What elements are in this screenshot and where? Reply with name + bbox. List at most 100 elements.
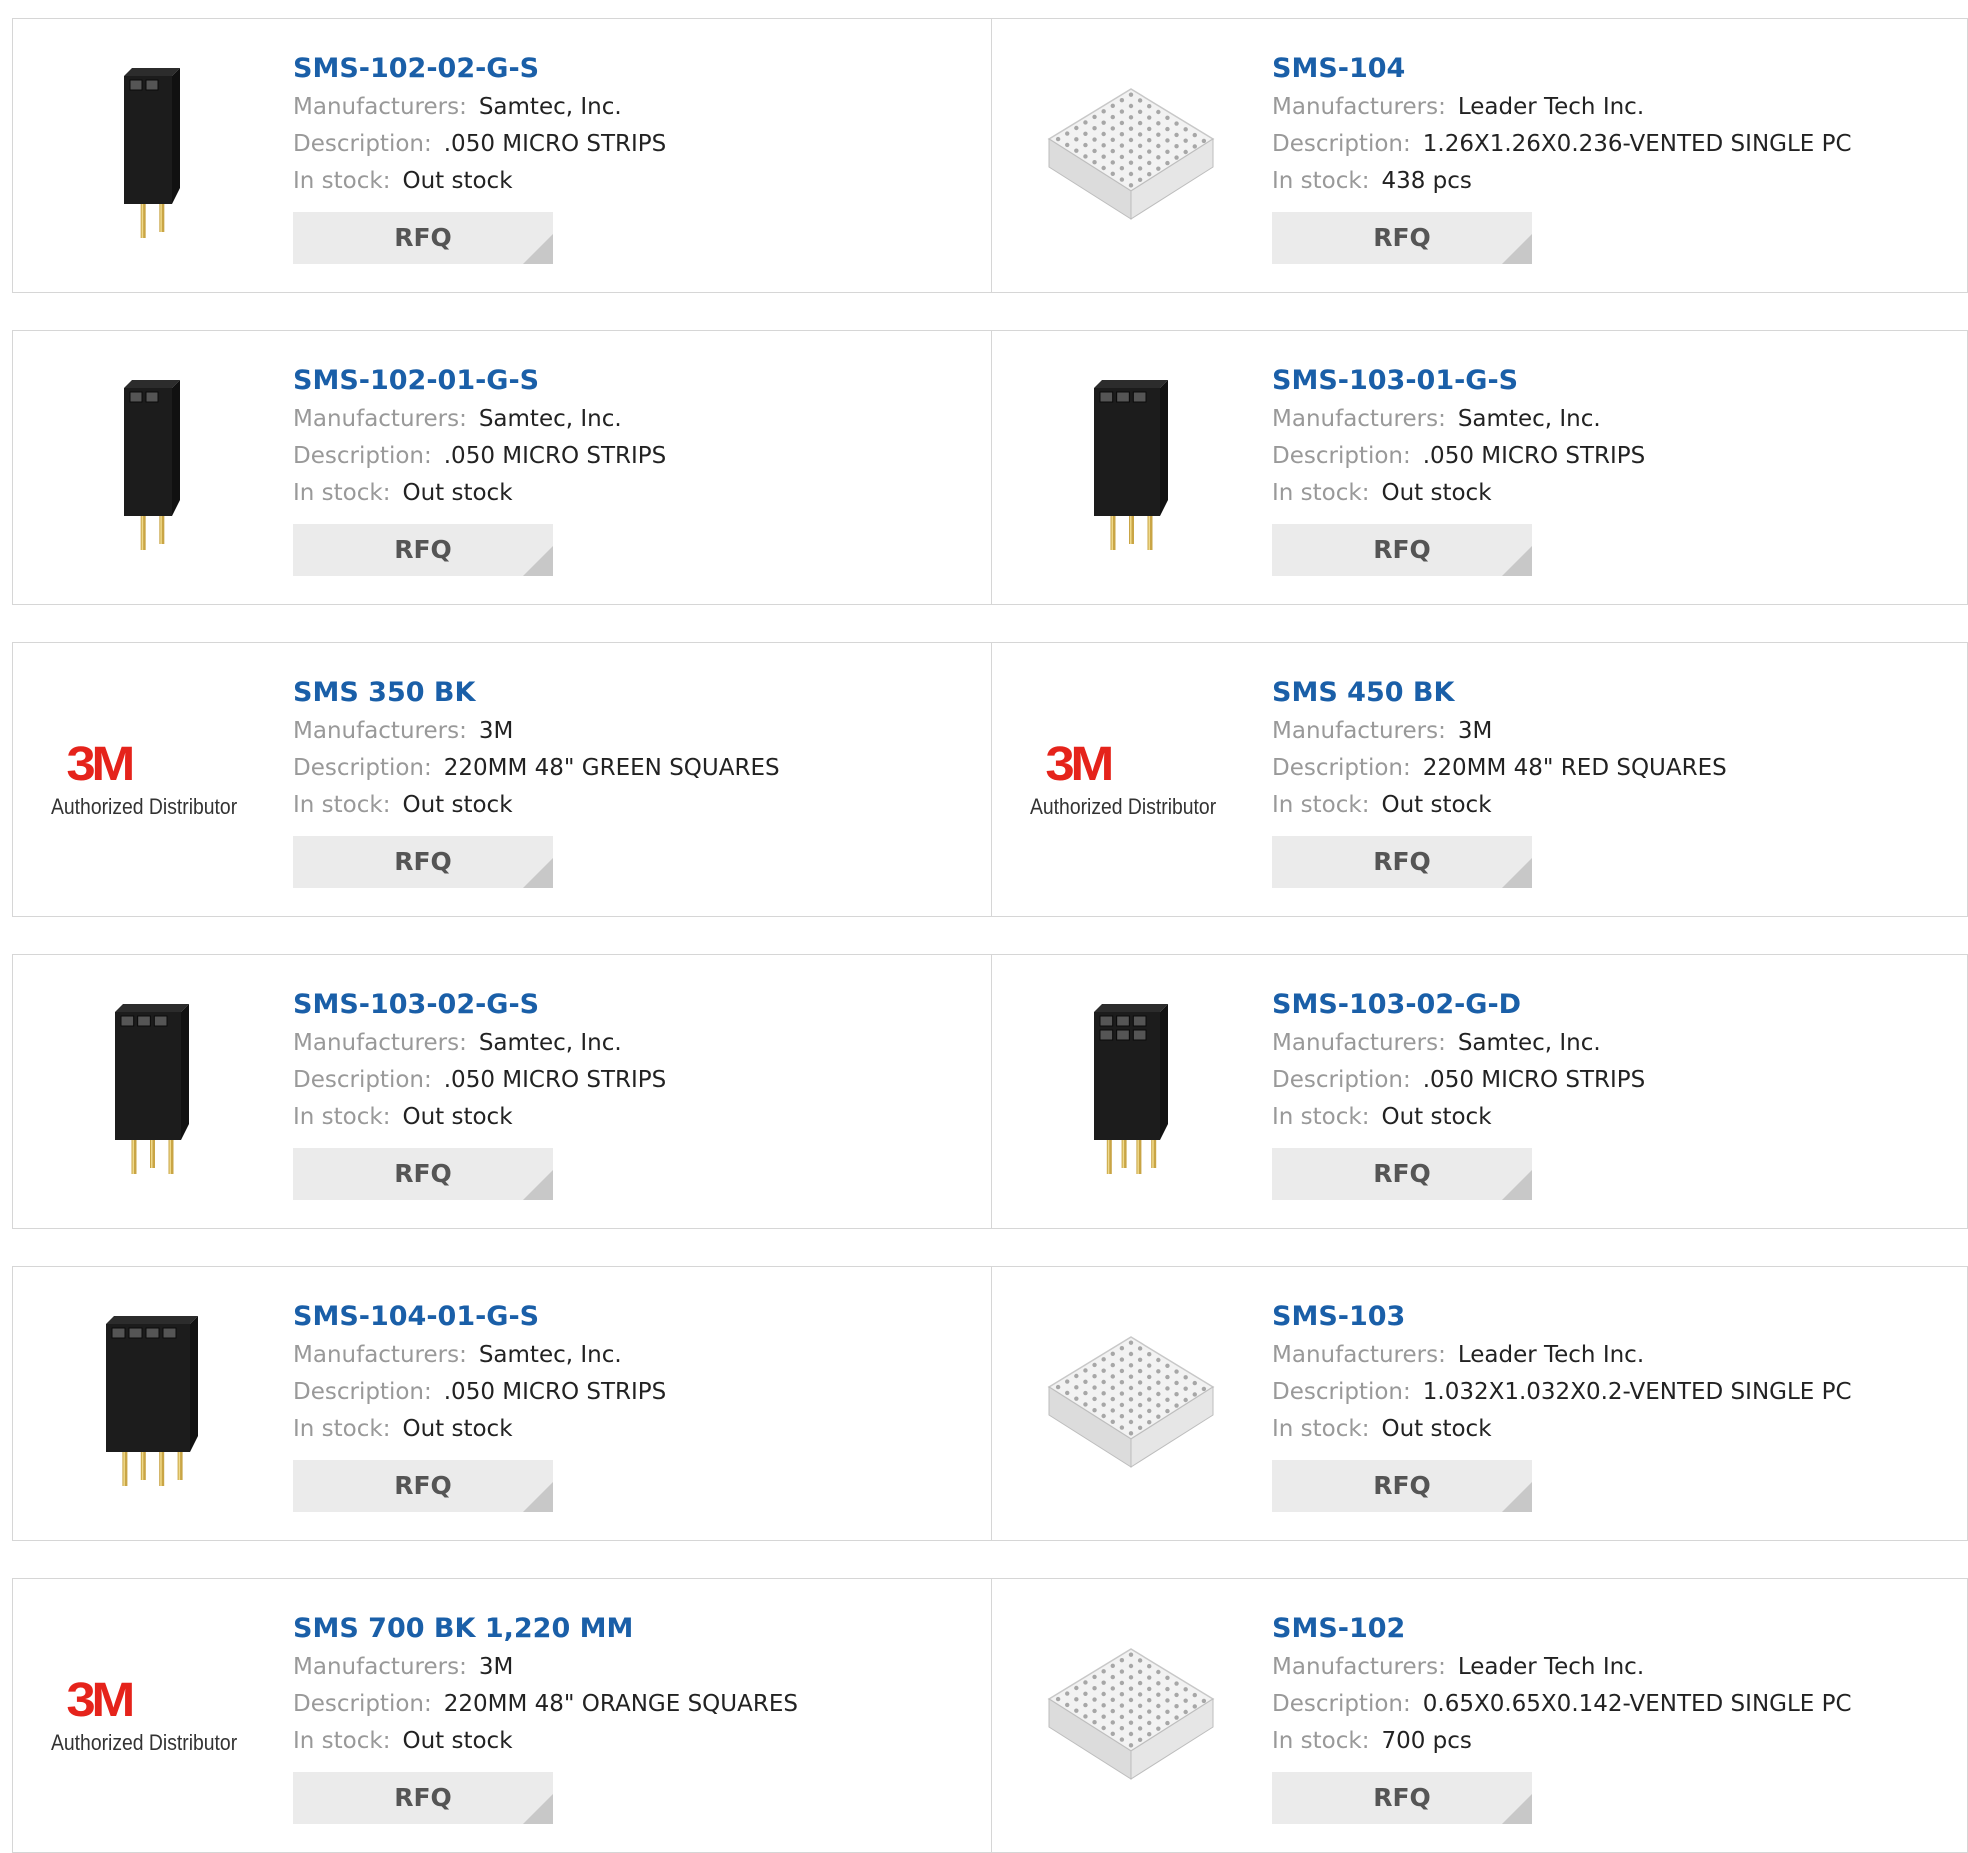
description-label: Description: xyxy=(293,1379,432,1405)
stock-value: 700 pcs xyxy=(1381,1728,1472,1754)
product-row: SMS-102-02-G-S Manufacturers: Samtec, Inc… xyxy=(12,18,1968,293)
manufacturer-label: Manufacturers: xyxy=(293,1342,467,1368)
product-image[interactable] xyxy=(1030,55,1232,257)
product-image[interactable] xyxy=(51,367,253,569)
manufacturer-label: Manufacturers: xyxy=(1272,1030,1446,1056)
product-title-link[interactable]: SMS-104 xyxy=(1272,49,1932,89)
description-value: .050 MICRO STRIPS xyxy=(1422,443,1646,469)
manufacturer-line: Manufacturers: Leader Tech Inc. xyxy=(1272,89,1932,126)
description-label: Description: xyxy=(1272,131,1411,157)
product-title-link[interactable]: SMS-102-01-G-S xyxy=(293,361,953,401)
corner-triangle-icon xyxy=(1502,1170,1532,1200)
product-info: SMS-104 Manufacturers: Leader Tech Inc. D… xyxy=(1272,49,1932,264)
product-row: SMS-104-01-G-S Manufacturers: Samtec, Inc… xyxy=(12,1266,1968,1541)
rfq-button-label: RFQ xyxy=(1373,1471,1431,1500)
product-image[interactable] xyxy=(51,1303,253,1505)
stock-line: In stock: Out stock xyxy=(293,1099,953,1136)
product-title-link[interactable]: SMS 350 BK xyxy=(293,673,953,713)
product-image[interactable]: 3M Authorized Distributor xyxy=(51,1615,253,1817)
rfq-button-label: RFQ xyxy=(394,1783,452,1812)
manufacturer-value: Leader Tech Inc. xyxy=(1457,1342,1645,1368)
product-image[interactable] xyxy=(1030,1615,1232,1817)
product-image[interactable] xyxy=(51,55,253,257)
rfq-button[interactable]: RFQ xyxy=(1272,524,1532,576)
rfq-button-label: RFQ xyxy=(394,847,452,876)
rfq-button[interactable]: RFQ xyxy=(293,1460,553,1512)
stock-line: In stock: Out stock xyxy=(293,475,953,512)
description-label: Description: xyxy=(1272,443,1411,469)
manufacturer-value: Samtec, Inc. xyxy=(478,1342,622,1368)
rfq-button-label: RFQ xyxy=(1373,535,1431,564)
connector-3pin-icon xyxy=(72,990,232,1194)
manufacturer-value: Leader Tech Inc. xyxy=(1457,94,1645,120)
product-image[interactable]: 3M Authorized Distributor xyxy=(1030,679,1232,881)
product-title-link[interactable]: SMS-102-02-G-S xyxy=(293,49,953,89)
corner-triangle-icon xyxy=(523,858,553,888)
3m-logo-mark: 3M xyxy=(66,738,135,791)
product-title-link[interactable]: SMS-104-01-G-S xyxy=(293,1297,953,1337)
rfq-button-label: RFQ xyxy=(1373,847,1431,876)
product-title-link[interactable]: SMS-103 xyxy=(1272,1297,1932,1337)
rfq-button[interactable]: RFQ xyxy=(293,1772,553,1824)
rfq-button[interactable]: RFQ xyxy=(293,836,553,888)
product-image[interactable] xyxy=(1030,367,1232,569)
stock-line: In stock: Out stock xyxy=(293,1411,953,1448)
product-card: 3M Authorized Distributor SMS 450 BK Man… xyxy=(991,643,1968,916)
stock-value: Out stock xyxy=(402,1104,513,1130)
description-line: Description: 220MM 48" GREEN SQUARES xyxy=(293,750,953,787)
description-line: Description: .050 MICRO STRIPS xyxy=(293,1374,953,1411)
description-value: .050 MICRO STRIPS xyxy=(1422,1067,1646,1093)
manufacturer-label: Manufacturers: xyxy=(1272,1654,1446,1680)
rfq-button[interactable]: RFQ xyxy=(293,524,553,576)
rfq-button[interactable]: RFQ xyxy=(293,1148,553,1200)
rfq-button[interactable]: RFQ xyxy=(1272,212,1532,264)
stock-label: In stock: xyxy=(1272,480,1370,506)
product-info: SMS 350 BK Manufacturers: 3M Description:… xyxy=(293,673,953,888)
corner-triangle-icon xyxy=(523,1482,553,1512)
description-label: Description: xyxy=(293,755,432,781)
3m-logo-subtitle: Authorized Distributor xyxy=(51,1730,238,1755)
description-label: Description: xyxy=(1272,1067,1411,1093)
description-label: Description: xyxy=(293,131,432,157)
rfq-button-label: RFQ xyxy=(394,1159,452,1188)
product-info: SMS-102 Manufacturers: Leader Tech Inc. D… xyxy=(1272,1609,1932,1824)
rfq-button[interactable]: RFQ xyxy=(1272,1460,1532,1512)
rfq-button[interactable]: RFQ xyxy=(1272,836,1532,888)
product-info: SMS-103-02-G-D Manufacturers: Samtec, Inc… xyxy=(1272,985,1932,1200)
description-line: Description: 220MM 48" RED SQUARES xyxy=(1272,750,1932,787)
product-title-link[interactable]: SMS 700 BK 1,220 MM xyxy=(293,1609,953,1649)
manufacturer-value: Samtec, Inc. xyxy=(478,406,622,432)
product-card: SMS-103-02-G-D Manufacturers: Samtec, Inc… xyxy=(991,955,1968,1228)
corner-triangle-icon xyxy=(1502,546,1532,576)
product-title-link[interactable]: SMS-103-01-G-S xyxy=(1272,361,1932,401)
rfq-button[interactable]: RFQ xyxy=(1272,1772,1532,1824)
manufacturer-line: Manufacturers: Samtec, Inc. xyxy=(293,1337,953,1374)
product-row: 3M Authorized Distributor SMS 700 BK 1,2… xyxy=(12,1578,1968,1853)
product-title-link[interactable]: SMS 450 BK xyxy=(1272,673,1932,713)
product-image[interactable] xyxy=(1030,1303,1232,1505)
stock-line: In stock: Out stock xyxy=(1272,1411,1932,1448)
connector-2pin-icon xyxy=(72,366,232,570)
rfq-button[interactable]: RFQ xyxy=(293,212,553,264)
product-title-link[interactable]: SMS-103-02-G-D xyxy=(1272,985,1932,1025)
description-line: Description: .050 MICRO STRIPS xyxy=(293,438,953,475)
manufacturer-line: Manufacturers: Samtec, Inc. xyxy=(293,1025,953,1062)
description-line: Description: .050 MICRO STRIPS xyxy=(293,126,953,163)
product-image[interactable] xyxy=(1030,991,1232,1193)
3m-logo-subtitle: Authorized Distributor xyxy=(51,794,238,819)
rfq-button[interactable]: RFQ xyxy=(1272,1148,1532,1200)
rfq-button-label: RFQ xyxy=(394,223,452,252)
product-title-link[interactable]: SMS-102 xyxy=(1272,1609,1932,1649)
description-value: 220MM 48" GREEN SQUARES xyxy=(443,755,780,781)
product-title-link[interactable]: SMS-103-02-G-S xyxy=(293,985,953,1025)
manufacturer-label: Manufacturers: xyxy=(1272,718,1446,744)
stock-label: In stock: xyxy=(293,792,391,818)
description-label: Description: xyxy=(293,1067,432,1093)
manufacturer-label: Manufacturers: xyxy=(293,406,467,432)
product-card: SMS-104-01-G-S Manufacturers: Samtec, Inc… xyxy=(13,1267,991,1540)
manufacturer-line: Manufacturers: Samtec, Inc. xyxy=(1272,1025,1932,1062)
connector-4pin-icon xyxy=(72,1302,232,1506)
product-image[interactable]: 3M Authorized Distributor xyxy=(51,679,253,881)
corner-triangle-icon xyxy=(1502,1482,1532,1512)
product-image[interactable] xyxy=(51,991,253,1193)
